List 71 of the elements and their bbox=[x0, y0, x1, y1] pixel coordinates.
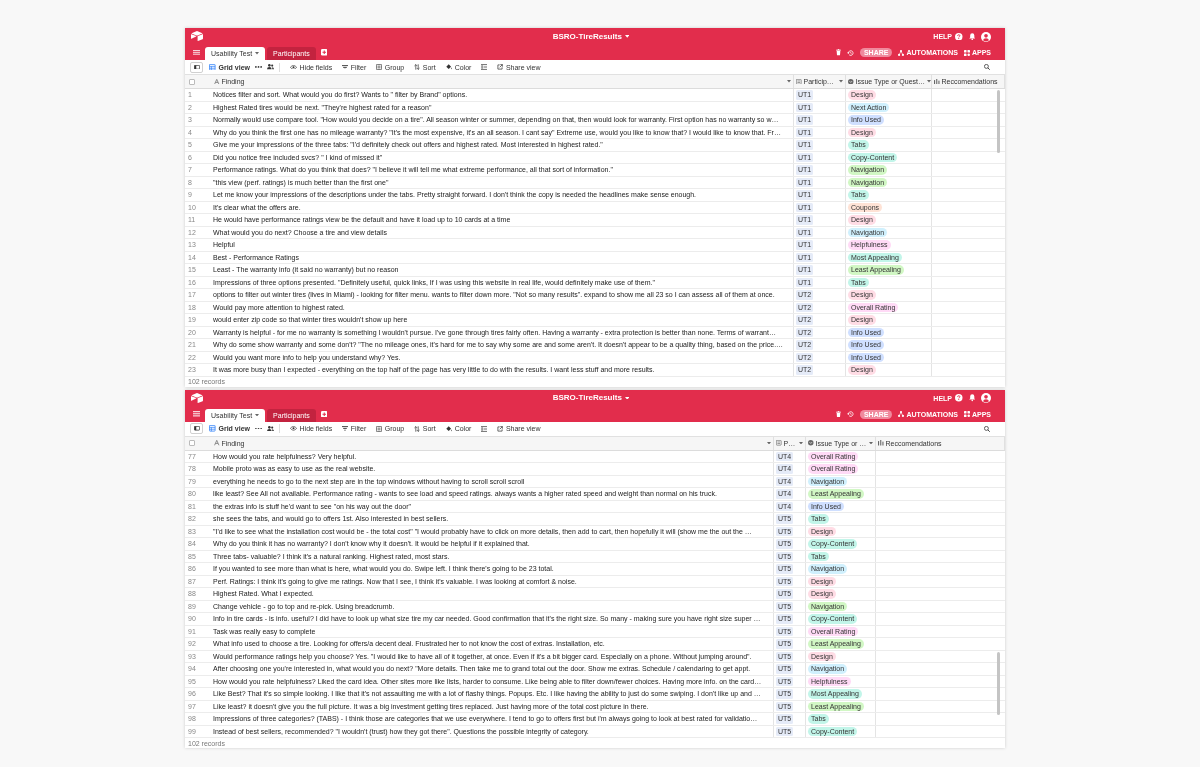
select-all-checkbox[interactable] bbox=[189, 78, 195, 85]
plus-icon[interactable] bbox=[320, 49, 328, 56]
caret-icon bbox=[255, 413, 260, 417]
history-icon[interactable] bbox=[847, 411, 854, 417]
trash-icon[interactable] bbox=[836, 49, 842, 56]
paint-bucket-icon bbox=[445, 64, 453, 70]
bell-icon[interactable] bbox=[968, 394, 975, 402]
apps-icon bbox=[963, 411, 970, 417]
bars-field-icon bbox=[878, 440, 884, 446]
sidebar-toggle-button[interactable] bbox=[190, 61, 203, 73]
caret-icon bbox=[787, 80, 791, 83]
search-icon[interactable] bbox=[984, 64, 990, 70]
filter-icon bbox=[342, 426, 349, 431]
select-all-checkbox[interactable] bbox=[189, 440, 195, 446]
logo-icon[interactable] bbox=[191, 392, 203, 404]
sidebar-icon bbox=[193, 426, 200, 431]
scrollbar-thumb[interactable] bbox=[997, 651, 1000, 715]
avatar-icon[interactable] bbox=[981, 31, 991, 42]
list-field-icon bbox=[796, 78, 802, 85]
row-height-icon bbox=[481, 64, 488, 70]
text-field-icon bbox=[214, 440, 220, 446]
apps-icon bbox=[963, 49, 970, 56]
nodes-icon bbox=[898, 49, 905, 56]
bell-icon[interactable] bbox=[968, 32, 975, 41]
share-icon bbox=[497, 64, 504, 70]
help-icon bbox=[955, 32, 963, 41]
filter-icon bbox=[342, 64, 349, 70]
people-icon[interactable] bbox=[267, 64, 274, 70]
logo-icon[interactable] bbox=[191, 31, 203, 42]
grid-icon bbox=[209, 63, 216, 71]
avatar-icon[interactable] bbox=[981, 393, 991, 403]
search-icon[interactable] bbox=[984, 425, 990, 432]
group-icon bbox=[376, 64, 383, 70]
paint-bucket-icon bbox=[445, 425, 453, 432]
caret-icon bbox=[255, 52, 260, 55]
scrollbar-thumb[interactable] bbox=[997, 90, 1000, 153]
group-icon bbox=[376, 425, 383, 432]
trash-icon[interactable] bbox=[836, 410, 842, 418]
caret-icon bbox=[624, 396, 630, 400]
share-icon bbox=[497, 425, 504, 432]
caret-icon bbox=[869, 441, 873, 445]
sort-icon bbox=[414, 425, 421, 432]
caret-icon bbox=[927, 80, 931, 83]
base-title[interactable]: BSRO-TireResults bbox=[552, 32, 630, 41]
caret-icon bbox=[839, 80, 843, 83]
history-icon[interactable] bbox=[847, 49, 854, 56]
sidebar-toggle-button[interactable] bbox=[190, 423, 203, 434]
bars-field-icon bbox=[934, 78, 940, 85]
caret-icon bbox=[799, 441, 803, 445]
plus-icon[interactable] bbox=[320, 410, 328, 418]
row-height-icon bbox=[481, 425, 488, 432]
eye-icon bbox=[290, 426, 297, 431]
help-icon bbox=[955, 394, 963, 402]
dropdown-field-icon bbox=[808, 440, 814, 446]
menu-icon[interactable] bbox=[193, 49, 200, 56]
list-field-icon bbox=[776, 440, 782, 446]
sidebar-icon bbox=[193, 64, 200, 70]
eye-icon bbox=[290, 64, 297, 70]
caret-icon bbox=[624, 35, 630, 38]
text-field-icon bbox=[214, 78, 220, 85]
nodes-icon bbox=[898, 411, 905, 417]
dropdown-field-icon bbox=[848, 78, 854, 85]
people-icon[interactable] bbox=[267, 425, 274, 432]
grid-icon bbox=[209, 425, 216, 432]
base-title[interactable]: BSRO-TireResults bbox=[552, 394, 630, 402]
menu-icon[interactable] bbox=[193, 411, 200, 417]
toolbar-button[interactable] bbox=[481, 425, 488, 432]
more-icon[interactable] bbox=[255, 427, 262, 430]
caret-icon bbox=[767, 441, 771, 445]
sort-icon bbox=[414, 64, 421, 70]
toolbar-button[interactable] bbox=[481, 64, 488, 70]
